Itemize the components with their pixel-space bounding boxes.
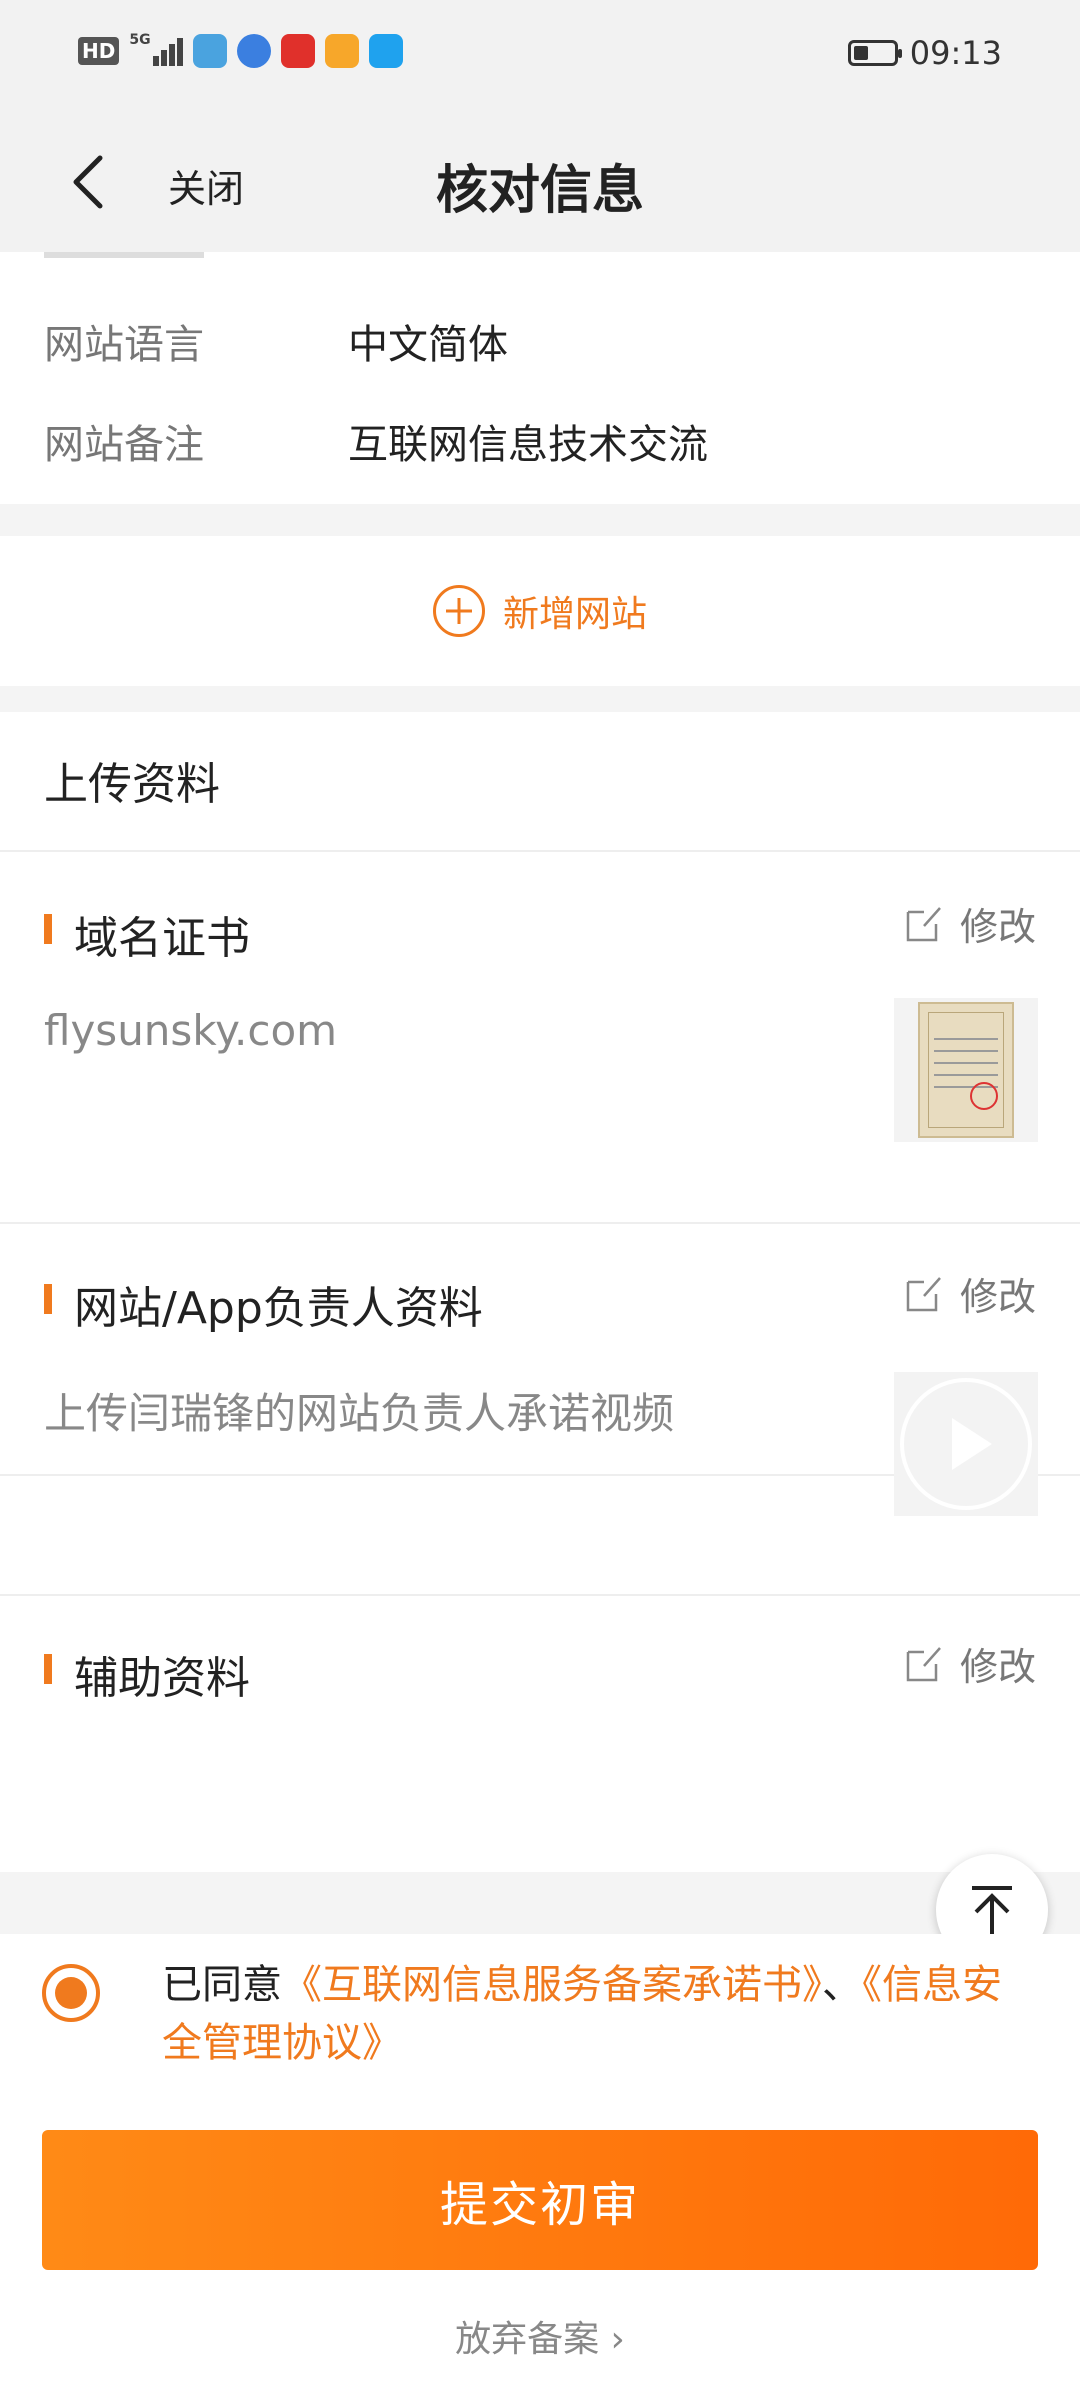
domain-cert-header: 域名证书 修改 — [44, 902, 1036, 964]
status-right: 09:13 — [847, 34, 1002, 72]
network-type: 5G — [129, 32, 151, 48]
agree-radio[interactable] — [42, 1964, 100, 2022]
divider — [0, 1222, 1080, 1224]
row-key: 网站语言 — [44, 322, 204, 368]
site-info-row-remark: 网站备注 互联网信息技术交流 — [44, 412, 1036, 472]
play-icon — [952, 1418, 992, 1470]
add-site-button[interactable]: 新增网站 — [0, 536, 1080, 686]
certificate-image — [918, 1002, 1014, 1138]
block-title: 网站/App负责人资料 — [74, 1283, 483, 1334]
edit-label: 修改 — [959, 1645, 1036, 1689]
status-time: 09:13 — [909, 34, 1002, 72]
status-bar: HD 5G 09:13 — [0, 0, 1080, 112]
browser-app-icon — [237, 34, 272, 68]
signal-icon: 5G — [129, 32, 184, 66]
arrow-up-icon — [972, 1886, 1012, 1934]
edit-label: 修改 — [959, 905, 1036, 949]
edit-site-owner-button[interactable]: 修改 — [904, 1266, 1036, 1321]
accent-bar — [44, 914, 52, 944]
taobao-app-icon — [281, 34, 316, 68]
plus-circle-icon — [432, 585, 485, 637]
site-info-row-language: 网站语言 中文简体 — [44, 312, 1036, 372]
edit-icon — [906, 1276, 941, 1311]
video-app-icon — [325, 34, 360, 68]
agree-prefix: 已同意 — [162, 1962, 282, 2008]
block-title: 辅助资料 — [74, 1653, 250, 1704]
edit-label: 修改 — [959, 1275, 1036, 1319]
page-title: 核对信息 — [435, 161, 644, 221]
status-left: HD 5G — [78, 32, 404, 68]
accent-bar — [44, 1284, 52, 1314]
site-owner-header: 网站/App负责人资料 修改 — [44, 1272, 1036, 1334]
site-info-card: 网站语言 中文简体 网站备注 互联网信息技术交流 — [0, 252, 1080, 504]
add-site-card: 新增网站 — [0, 536, 1080, 686]
hd-icon: HD — [78, 37, 120, 65]
owner-video-desc: 上传闫瑞锋的网站负责人承诺视频 — [44, 1389, 675, 1438]
row-value: 互联网信息技术交流 — [348, 422, 708, 468]
divider — [0, 1594, 1080, 1596]
video-thumbnail[interactable] — [894, 1372, 1038, 1516]
add-site-label: 新增网站 — [502, 594, 647, 635]
certificate-thumbnail[interactable] — [894, 998, 1038, 1142]
row-key: 网站备注 — [44, 422, 204, 468]
upload-card: 上传资料 域名证书 修改 flysunsky.com 网站/App负责人资料 修… — [0, 712, 1080, 1872]
agreement-footer: 已同意《互联网信息服务备案承诺书》、《信息安全管理协议》 提交初审 放弃备案 › — [0, 1934, 1080, 2400]
edit-icon — [906, 906, 941, 941]
battery-icon — [847, 40, 902, 66]
agree-separator: 、 — [822, 1962, 862, 2008]
auxiliary-header: 辅助资料 修改 — [44, 1642, 1036, 1704]
edit-icon — [906, 1646, 941, 1681]
accent-bar — [44, 1654, 52, 1684]
upload-section-title: 上传资料 — [44, 759, 220, 810]
divider — [0, 850, 1080, 852]
edit-auxiliary-button[interactable]: 修改 — [904, 1636, 1036, 1691]
domain-name-text: flysunsky.com — [44, 1006, 338, 1055]
clipped-row — [44, 252, 444, 262]
abandon-filing-link[interactable]: 放弃备案 › — [0, 2310, 1080, 2362]
agreement-text: 已同意《互联网信息服务备案承诺书》、《信息安全管理协议》 — [162, 1956, 1022, 2072]
commitment-letter-link[interactable]: 《互联网信息服务备案承诺书》 — [282, 1962, 822, 2008]
navbar: 关闭 核对信息 — [0, 112, 1080, 252]
block-title: 域名证书 — [74, 913, 250, 964]
row-value: 中文简体 — [348, 322, 508, 368]
edit-domain-cert-button[interactable]: 修改 — [904, 896, 1036, 951]
reader-app-icon — [193, 34, 228, 68]
submit-review-button[interactable]: 提交初审 — [42, 2130, 1038, 2270]
search-app-icon — [369, 34, 404, 68]
